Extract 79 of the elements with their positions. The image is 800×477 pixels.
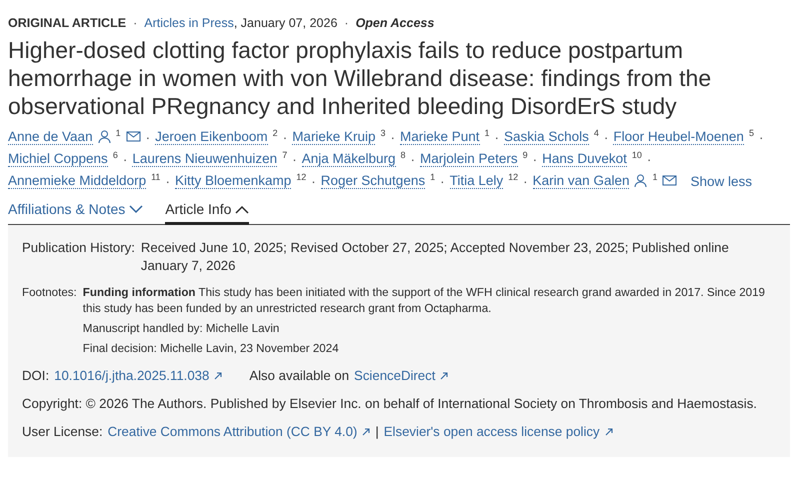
show-less-link[interactable]: Show less: [690, 174, 752, 188]
field-label: Footnotes:: [22, 285, 77, 301]
external-link-icon: [362, 428, 370, 436]
sciencedirect-link[interactable]: ScienceDirect: [354, 367, 436, 385]
separator: ·: [122, 152, 128, 166]
field-label: User License:: [22, 423, 103, 441]
external-link-icon: [440, 372, 448, 380]
publication-date: , January 07, 2026: [234, 16, 338, 30]
footnote: Final decision: Michelle Lavin, 23 November 2024: [82, 341, 340, 357]
affiliation-number: 12: [296, 172, 306, 182]
author-link[interactable]: Marieke Kruip: [292, 129, 376, 145]
affiliation-number: 10: [632, 150, 642, 160]
author-link[interactable]: Marjolein Peters: [420, 151, 518, 167]
author-link[interactable]: Jeroen Eikenboom: [155, 129, 268, 145]
separator: ·: [440, 174, 445, 188]
footnote: Funding information This study has been initiated with the support of the WFH clinical research grand awarded in 2017. Since 2019 this study has been funded by an unrestricted research grant from Octapharma.: [82, 285, 766, 317]
separator: ·: [292, 152, 297, 166]
separator: ·: [410, 152, 416, 166]
author-link[interactable]: Marieke Punt: [400, 129, 480, 145]
field-label: DOI:: [22, 367, 50, 385]
separator: ·: [532, 152, 538, 166]
affiliation-number: 2: [272, 128, 278, 138]
author-link[interactable]: Laurens Nieuwenhuizen: [132, 151, 278, 167]
author-link[interactable]: Michiel Coppens: [8, 151, 108, 167]
affiliation-number: 5: [748, 128, 754, 138]
separator: ·: [494, 130, 500, 144]
separator: ·: [523, 174, 528, 188]
separator: ·: [646, 152, 652, 166]
mail-icon[interactable]: [662, 175, 678, 187]
author-link[interactable]: Annemieke Middeldorp: [8, 173, 146, 189]
affiliation-number: 12: [508, 172, 518, 182]
affiliation-number: 8: [400, 150, 406, 160]
author-link[interactable]: Karin van Galen: [532, 173, 630, 189]
also-available-label: Also available on: [249, 367, 350, 385]
mail-icon[interactable]: [126, 131, 141, 143]
affiliation-number: 7: [282, 150, 288, 160]
separator: ·: [758, 130, 764, 144]
affiliation-number: 1: [652, 172, 658, 182]
article-type: ORIGINAL ARTICLE: [8, 16, 126, 30]
separator: ·: [133, 16, 138, 30]
external-link-icon: [604, 428, 613, 436]
affiliation-number: 4: [594, 128, 599, 138]
author-link[interactable]: Hans Duvekot: [542, 151, 627, 167]
issue-link[interactable]: Articles in Press: [144, 16, 234, 30]
separator: ·: [282, 130, 288, 144]
access-label: Open Access: [356, 16, 434, 30]
affiliation-number: 3: [380, 128, 386, 138]
author-link[interactable]: Saskia Schols: [504, 129, 589, 145]
chevron-up-icon: [235, 204, 250, 214]
field-label: Publication History:: [22, 239, 135, 257]
affiliation-number: 6: [112, 150, 118, 160]
license-policy-link[interactable]: Elsevier's open access license policy: [384, 423, 600, 441]
author-link[interactable]: Anja Mäkelburg: [302, 151, 396, 167]
author-link[interactable]: Roger Schutgens: [320, 173, 426, 189]
footnote: Manuscript handled by: Michelle Lavin: [82, 321, 280, 337]
copyright-text: Copyright: © 2026 The Authors. Published by Elsevier Inc. on behalf of International Society on Thrombosis and Haemostasis.: [22, 395, 758, 413]
affiliation-number: 9: [522, 150, 528, 160]
separator: ·: [604, 130, 608, 144]
chevron-down-icon: [129, 204, 144, 214]
author-link[interactable]: Floor Heubel-Moenen: [613, 129, 744, 145]
author-link[interactable]: Anne de Vaan: [8, 129, 93, 145]
affiliation-number: 1: [116, 128, 121, 138]
separator: ·: [344, 16, 349, 30]
doi-link[interactable]: 10.1016/j.jtha.2025.11.038: [54, 367, 210, 385]
affiliation-number: 1: [430, 172, 436, 182]
author-link[interactable]: Kitty Bloemenkamp: [174, 173, 292, 189]
separator: ·: [146, 130, 150, 144]
separator: ·: [390, 130, 395, 144]
external-link-icon: [214, 372, 222, 380]
affiliation-number: 1: [484, 128, 490, 138]
publication-history: Received June 10, 2025; Revised October 27, 2025; Accepted November 23, 2025; Published online January 7, 2026: [140, 239, 730, 275]
author-link[interactable]: Titia Lely: [450, 173, 504, 189]
separator: |: [375, 423, 379, 441]
separator: ·: [311, 174, 316, 188]
article-title: Higher-dosed clotting factor prophylaxis fails to reduce postpartum hemorrhage in women with von Willebrand disease: findings from the observational PRegnancy and Inherited bleeding DisordErS study: [8, 36, 712, 120]
affiliation-number: 11: [151, 172, 160, 182]
separator: ·: [165, 174, 170, 188]
license-link[interactable]: Creative Commons Attribution (CC BY 4.0): [108, 423, 358, 441]
tab[interactable]: Affiliations & Notes: [8, 198, 144, 225]
